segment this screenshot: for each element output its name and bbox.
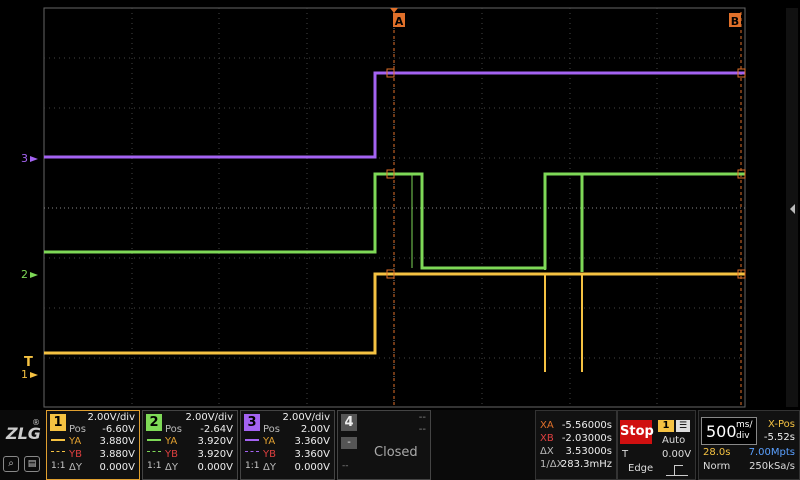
xb-value: -2.03000s (561, 433, 612, 444)
channel-3-dy: 0.000V (294, 462, 330, 473)
channel-3-number[interactable]: 3 (244, 414, 260, 431)
cursor-a-label[interactable]: A (395, 15, 404, 28)
channel-3-scale: 2.00V/div (282, 412, 330, 423)
channel-4-pos: -- (418, 424, 426, 435)
run-stop-button[interactable]: Stop (620, 420, 654, 444)
trigger-t-label: T (622, 449, 629, 460)
channel-2-dy: 0.000V (197, 462, 233, 473)
channel-1-dy-label: ΔY (69, 462, 82, 473)
channel-2-panel[interactable]: 2 2.00V/div Pos -2.64V YA 3.920V YB 3.920V … (142, 410, 238, 480)
dc-coupling-icon (147, 439, 161, 452)
channel-2-probe-ratio: 1:1 (147, 461, 162, 471)
channel-2-pos-label: Pos (165, 424, 183, 435)
channel-1-yb: 3.880V (99, 449, 135, 460)
channel-3-pos: 2.00V (300, 424, 330, 435)
xpos-value[interactable]: -5.52s (764, 432, 795, 443)
channel-1-scale: 2.00V/div (87, 412, 135, 423)
channel-1-ya: 3.880V (99, 436, 135, 447)
channel-2-yb-label: YB (165, 449, 178, 460)
channel-3-yb-label: YB (263, 449, 276, 460)
timebase-panel[interactable]: 500 ms/ div X-Pos -5.52s 28.0s 7.00Mpts … (698, 410, 800, 480)
record-length: 28.0s (703, 447, 731, 458)
timebase-scale-box[interactable]: 500 ms/ div (701, 417, 757, 445)
dc-coupling-icon (245, 439, 259, 452)
channel-3-panel[interactable]: 3 2.00V/div Pos 2.00V YA 3.360V YB 3.360V Δ… (240, 410, 335, 480)
trigger-mode[interactable]: Auto (662, 435, 685, 446)
xb-label: XB (540, 433, 554, 444)
trigger-level[interactable]: 0.00V (662, 449, 691, 460)
channel-4-status: Closed (374, 445, 418, 460)
dx-value: 3.53000s (565, 446, 612, 457)
inv-dx-value: 283.3mHz (560, 459, 612, 470)
channel-4-ratio: -- (342, 461, 349, 471)
channel-3-yb: 3.360V (294, 449, 330, 460)
channel-3-probe-ratio: 1:1 (245, 461, 260, 471)
trigger-type[interactable]: Edge (628, 463, 653, 474)
channel-1-pos: -6.60V (102, 424, 135, 435)
xa-label: XA (540, 420, 554, 431)
channel-3-dy-label: ΔY (263, 462, 276, 473)
channel-4-number[interactable]: 4 (341, 414, 357, 431)
channel-4-panel[interactable]: 4 -- -- - Closed -- (337, 410, 431, 480)
channel-1-panel[interactable]: 1 2.00V/div Pos -6.60V YA 3.880V YB 3.880V … (46, 410, 140, 480)
dc-coupling-icon (51, 439, 65, 452)
channel-3-ya-label: YA (263, 436, 276, 447)
trigger-panel[interactable]: Stop 1 ☰ Auto T 0.00V Edge (617, 410, 696, 480)
channel-1-ya-label: YA (69, 436, 82, 447)
timebase-unit-bottom: div (736, 431, 750, 441)
trigger-source[interactable]: 1 (658, 420, 674, 432)
trigger-menu-icon[interactable]: ☰ (676, 420, 690, 432)
channel-1-dy: 0.000V (99, 462, 135, 473)
channel-1-probe-ratio: 1:1 (51, 461, 66, 471)
search-icon[interactable]: ⌕ (3, 456, 19, 472)
channel-2-scale: 2.00V/div (185, 412, 233, 423)
rising-edge-icon (666, 465, 688, 476)
channel-1-yb-label: YB (69, 449, 82, 460)
bottom-panel: ZLG ® ⌕ ▤ 1 2.00V/div Pos -6.60V YA 3.880V… (0, 410, 800, 480)
channel-4-scale: -- (418, 412, 426, 423)
channel-2-ya: 3.920V (197, 436, 233, 447)
channel-2-yb: 3.920V (197, 449, 233, 460)
xpos-label: X-Pos (768, 419, 795, 430)
timebase-unit-top: ms/ (736, 420, 753, 430)
channel-1-marker[interactable]: 1 (21, 368, 28, 381)
waveform-display[interactable]: A B 3 2 T 1 (0, 0, 800, 410)
display-mode-icon[interactable]: ▤ (24, 456, 40, 472)
registered-icon: ® (32, 418, 40, 427)
xa-value: -5.56000s (561, 420, 612, 431)
timebase-scale[interactable]: 500 (706, 422, 737, 441)
dx-label: ΔX (540, 446, 554, 457)
channel-1-pos-label: Pos (69, 424, 87, 435)
channel-2-number[interactable]: 2 (146, 414, 162, 431)
channel-2-marker[interactable]: 2 (21, 268, 28, 281)
channel-3-ya: 3.360V (294, 436, 330, 447)
channel-2-ya-label: YA (165, 436, 178, 447)
channel-2-pos: -2.64V (200, 424, 233, 435)
channel-4-minus: - (341, 437, 357, 449)
channel-3-marker[interactable]: 3 (21, 152, 28, 165)
acquisition-mode[interactable]: Norm (703, 461, 730, 472)
channel-1-number[interactable]: 1 (50, 414, 66, 431)
logo-panel: ZLG ® ⌕ ▤ (0, 410, 44, 480)
channel-3-pos-label: Pos (263, 424, 281, 435)
channel-2-dy-label: ΔY (165, 462, 178, 473)
sample-rate: 250kSa/s (749, 461, 795, 472)
cursor-measure-panel[interactable]: XA -5.56000s XB -2.03000s ΔX 3.53000s 1/… (535, 410, 617, 480)
memory-depth: 7.00Mpts (748, 447, 795, 458)
cursor-b-label[interactable]: B (731, 15, 739, 28)
